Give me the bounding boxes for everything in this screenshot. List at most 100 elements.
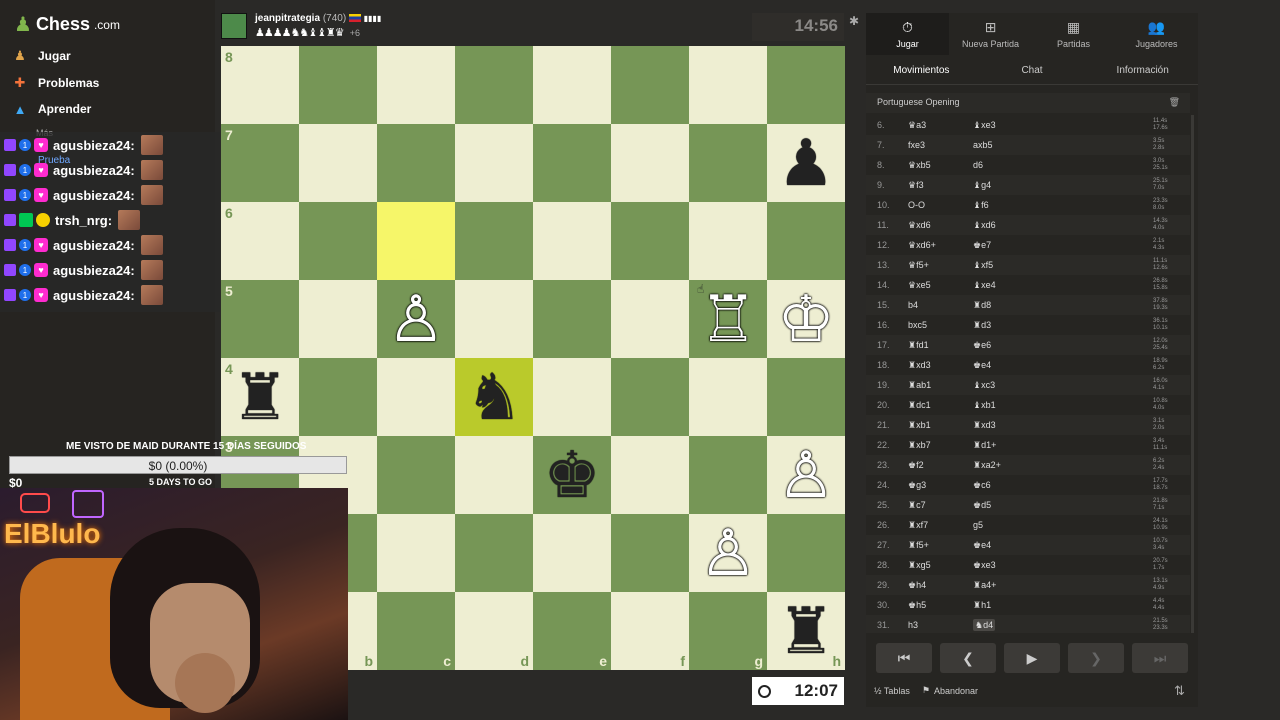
chess-logo[interactable]: ♟ Chess .com (14, 12, 120, 37)
white-move[interactable]: ♜dc1 (906, 400, 973, 411)
square-g7[interactable] (689, 124, 767, 202)
black-move[interactable]: ♚e7 (973, 240, 1153, 251)
white-move[interactable]: fxe3 (906, 140, 973, 150)
white-move[interactable]: bxc5 (906, 320, 973, 330)
chess-piece[interactable]: ♜ (777, 599, 834, 663)
flip-board-icon[interactable]: ⇅ (1174, 683, 1185, 699)
chess-piece[interactable]: ♟ (777, 131, 834, 195)
black-move[interactable]: axb5 (973, 140, 1153, 150)
white-move[interactable]: ♚g3 (906, 480, 973, 491)
square-d5[interactable] (455, 280, 533, 358)
square-h2[interactable] (767, 514, 845, 592)
square-f4[interactable] (611, 358, 689, 436)
square-b5[interactable] (299, 280, 377, 358)
square-a8[interactable]: 8 (221, 46, 299, 124)
black-move[interactable]: g5 (973, 520, 1153, 530)
avatar[interactable] (221, 13, 247, 39)
tab-nueva-partida[interactable]: ⊞ Nueva Partida (949, 13, 1032, 55)
square-g1[interactable]: g (689, 592, 767, 670)
square-d4[interactable]: ♞ (455, 358, 533, 436)
prev-move-button[interactable]: ❮ (940, 643, 996, 673)
black-move[interactable]: ♝xf5 (973, 260, 1153, 271)
chess-piece[interactable]: ♞ (465, 365, 522, 429)
chess-piece[interactable]: ♖ (699, 287, 756, 351)
square-e8[interactable] (533, 46, 611, 124)
square-c8[interactable] (377, 46, 455, 124)
draw-button[interactable]: ½ Tablas (874, 686, 910, 696)
tab-jugar[interactable]: ⏱ Jugar (866, 13, 949, 55)
square-h1[interactable]: h ♜ (767, 592, 845, 670)
black-move[interactable]: ♝f6 (973, 200, 1153, 211)
white-move[interactable]: ♜xb7 (906, 440, 973, 451)
resign-button[interactable]: Abandonar (934, 686, 978, 696)
square-e4[interactable] (533, 358, 611, 436)
chess-piece[interactable]: ♙ (699, 521, 756, 585)
nav-problemas[interactable]: ✚ Problemas (12, 75, 100, 91)
white-move[interactable]: ♜xb1 (906, 420, 973, 431)
square-b7[interactable] (299, 124, 377, 202)
white-move[interactable]: ♛f3 (906, 180, 973, 191)
square-c5[interactable]: ♙ (377, 280, 455, 358)
square-f6[interactable] (611, 202, 689, 280)
black-move[interactable]: ♚c6 (973, 480, 1153, 491)
white-move[interactable]: ♜xd3 (906, 360, 973, 371)
square-d3[interactable] (455, 436, 533, 514)
square-e7[interactable] (533, 124, 611, 202)
black-move[interactable]: ♜d3 (973, 320, 1153, 331)
black-move[interactable]: ♝xe3 (973, 120, 1153, 131)
black-move[interactable]: ♜d1+ (973, 440, 1153, 451)
play-button[interactable]: ▶ (1004, 643, 1060, 673)
square-g4[interactable] (689, 358, 767, 436)
square-e1[interactable]: e (533, 592, 611, 670)
black-move[interactable]: ♜xd3 (973, 420, 1153, 431)
nav-jugar[interactable]: ♟ Jugar (12, 48, 71, 64)
square-c6[interactable] (377, 202, 455, 280)
square-h8[interactable] (767, 46, 845, 124)
black-move[interactable]: ♝xd6 (973, 220, 1153, 231)
black-move[interactable]: ♚e6 (973, 340, 1153, 351)
square-a7[interactable]: 7 (221, 124, 299, 202)
square-b4[interactable] (299, 358, 377, 436)
square-f7[interactable] (611, 124, 689, 202)
last-move-button[interactable]: ⏭ (1132, 643, 1188, 673)
black-move[interactable]: ♝xc3 (973, 380, 1153, 391)
square-b6[interactable] (299, 202, 377, 280)
square-c4[interactable] (377, 358, 455, 436)
chess-piece[interactable]: ♚ (543, 443, 600, 507)
square-e6[interactable] (533, 202, 611, 280)
white-move[interactable]: ♚h4 (906, 580, 973, 591)
black-move[interactable]: ♜a4+ (973, 580, 1153, 591)
chess-piece[interactable]: ♜ (231, 365, 288, 429)
black-move[interactable]: ♚e4 (973, 360, 1153, 371)
white-move[interactable]: ♜xf7 (906, 520, 973, 531)
white-move[interactable]: ♜ab1 (906, 380, 973, 391)
square-d6[interactable] (455, 202, 533, 280)
white-move[interactable]: ♜c7 (906, 500, 973, 511)
square-e3[interactable]: ♚ (533, 436, 611, 514)
square-h4[interactable] (767, 358, 845, 436)
square-d1[interactable]: d (455, 592, 533, 670)
square-h7[interactable]: ♟ (767, 124, 845, 202)
next-move-button[interactable]: ❯ (1068, 643, 1124, 673)
first-move-button[interactable]: ⏮ (876, 643, 932, 673)
square-c7[interactable] (377, 124, 455, 202)
square-g8[interactable] (689, 46, 767, 124)
square-c1[interactable]: c (377, 592, 455, 670)
white-move[interactable]: ♛f5+ (906, 260, 973, 271)
black-move[interactable]: ♝g4 (973, 180, 1153, 191)
square-f1[interactable]: f (611, 592, 689, 670)
white-move[interactable]: ♛xd6+ (906, 240, 973, 251)
nav-aprender[interactable]: ▲ Aprender (12, 101, 92, 117)
white-move[interactable]: h3 (906, 620, 973, 630)
player-name[interactable]: jeanpitrategia (255, 13, 320, 24)
white-move[interactable]: b4 (906, 300, 973, 310)
white-move[interactable]: ♛xe5 (906, 280, 973, 291)
black-move[interactable]: ♚e4 (973, 540, 1153, 551)
square-c3[interactable] (377, 436, 455, 514)
chess-piece[interactable]: ♙ (777, 443, 834, 507)
square-b8[interactable] (299, 46, 377, 124)
tab-partidas[interactable]: ▦ Partidas (1032, 13, 1115, 55)
square-a4[interactable]: 4 ♜ (221, 358, 299, 436)
subtab-chat[interactable]: Chat (977, 57, 1088, 84)
square-d8[interactable] (455, 46, 533, 124)
